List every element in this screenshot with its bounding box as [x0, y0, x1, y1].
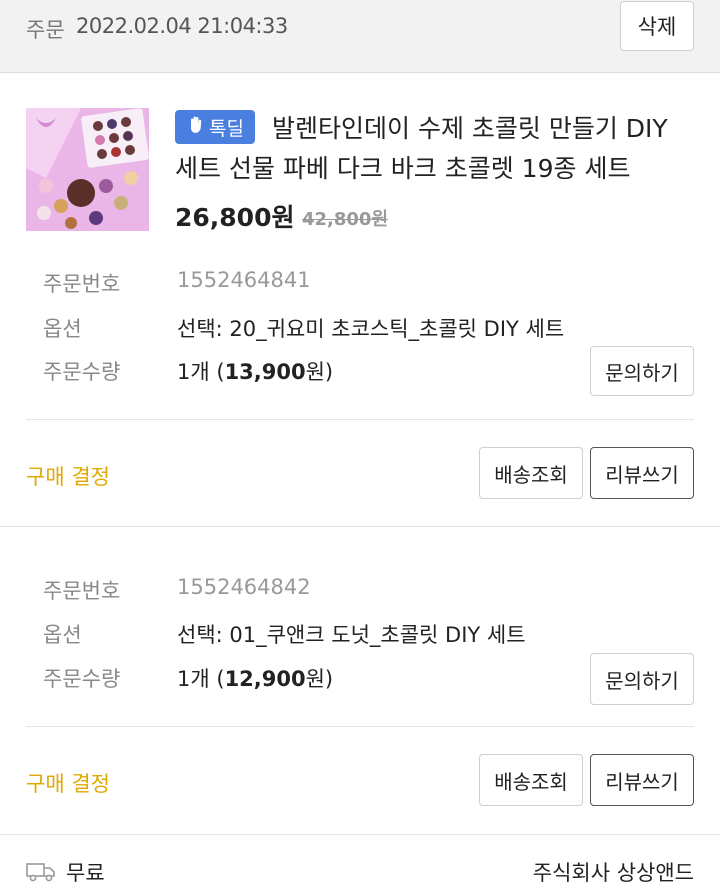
order-number: 1552464842	[177, 575, 311, 599]
order-label: 주문	[26, 18, 65, 42]
order-number-label: 주문번호	[43, 579, 121, 603]
order-header: 주문 2022.02.04 21:04:33 삭제	[0, 0, 720, 73]
option-value: 선택: 01_쿠앤크 도넛_초콜릿 DIY 세트	[177, 623, 526, 647]
talkdeal-badge: 톡딜	[175, 110, 255, 144]
option-label: 옵션	[43, 623, 82, 647]
seller-name[interactable]: 주식회사 상상앤드	[533, 857, 694, 887]
divider	[26, 419, 694, 420]
original-price: 42,800원	[302, 209, 389, 230]
track-shipping-button[interactable]: 배송조회	[479, 754, 583, 806]
shipping-footer: 무료 주식회사 상상앤드	[0, 834, 720, 891]
order-date: 2022.02.04 21:04:33	[76, 14, 288, 38]
inquiry-button[interactable]: 문의하기	[590, 653, 694, 705]
track-shipping-button[interactable]: 배송조회	[479, 447, 583, 499]
purchase-confirm-link[interactable]: 구매 결정	[26, 768, 110, 798]
quantity-value: 1개 (12,900원)	[177, 667, 334, 691]
quantity-label: 주문수량	[43, 667, 121, 691]
option-value: 선택: 20_귀요미 초코스틱_초콜릿 DIY 세트	[177, 317, 565, 341]
hand-wave-icon	[186, 115, 206, 140]
order-number-label: 주문번호	[43, 272, 121, 296]
inquiry-button[interactable]: 문의하기	[590, 346, 694, 396]
badge-label: 톡딜	[209, 117, 244, 140]
product-price: 26,800원	[175, 203, 295, 232]
divider	[26, 726, 694, 727]
option-label: 옵션	[43, 317, 82, 341]
delete-button[interactable]: 삭제	[620, 1, 694, 51]
write-review-button[interactable]: 리뷰쓰기	[590, 447, 694, 499]
quantity-label: 주문수량	[43, 360, 121, 384]
section-divider	[0, 526, 720, 527]
quantity-value: 1개 (13,900원)	[177, 360, 334, 384]
shipping-fee: 무료	[66, 861, 105, 885]
product-image[interactable]	[26, 108, 149, 231]
write-review-button[interactable]: 리뷰쓰기	[590, 754, 694, 806]
order-number: 1552464841	[177, 268, 311, 292]
truck-icon	[26, 861, 56, 887]
purchase-confirm-link[interactable]: 구매 결정	[26, 461, 110, 491]
